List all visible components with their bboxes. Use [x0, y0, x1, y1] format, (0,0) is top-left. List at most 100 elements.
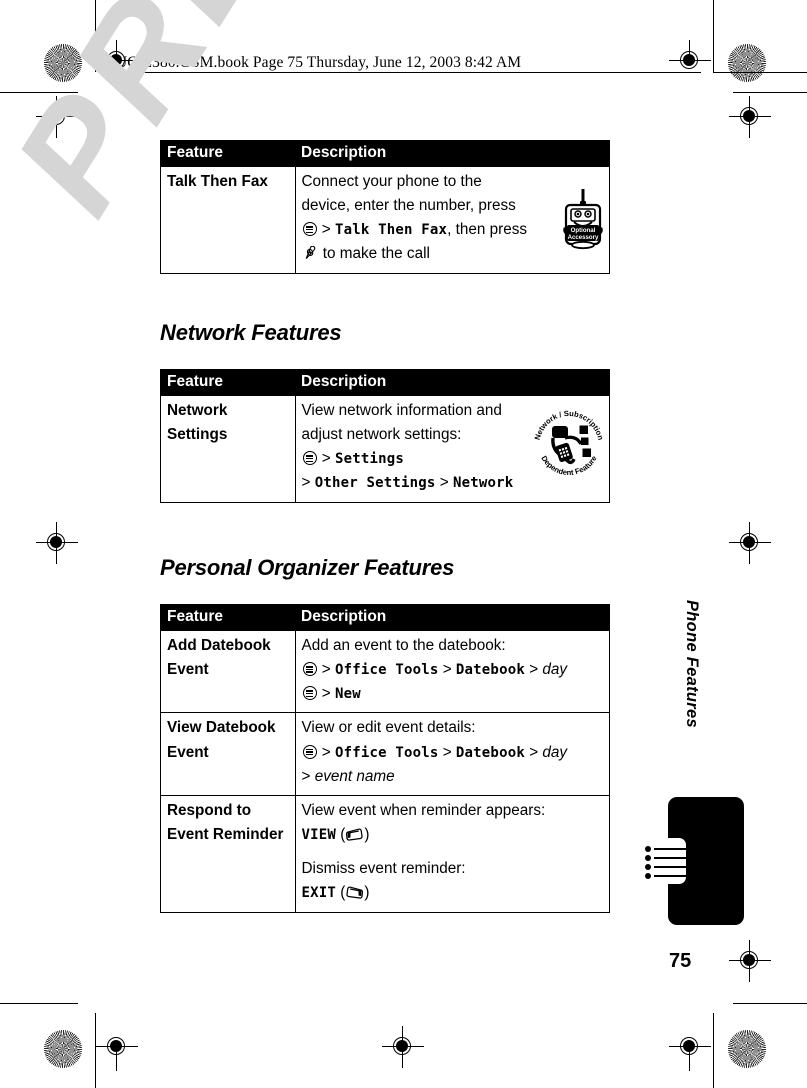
- description-text: >: [435, 474, 453, 492]
- description-line: EXIT (): [302, 881, 604, 905]
- variable-token: event name: [314, 767, 395, 785]
- description-body: View or edit event details: > Office Too…: [302, 716, 604, 788]
- optional-accessory-icon: Optional Accessory: [561, 189, 605, 251]
- column-header-description: Description: [295, 369, 610, 396]
- description-line: > Office Tools > Datebook > day: [302, 741, 604, 765]
- description-line: [302, 847, 604, 857]
- description-text: >: [438, 661, 456, 679]
- feature-name-cell: Network Settings: [160, 395, 296, 503]
- table-row: Respond to Event Reminder View event whe…: [160, 794, 610, 913]
- description-text: >: [317, 661, 335, 679]
- feature-name-cell: Add Datebook Event: [160, 629, 296, 713]
- table-row: View Datebook Event View or edit event d…: [160, 712, 610, 796]
- description-line: VIEW (): [302, 823, 604, 847]
- description-text: Connect your phone to the device, enter …: [301, 173, 516, 215]
- description-line: > New: [302, 682, 604, 706]
- menu-path-token: EXIT: [301, 885, 337, 902]
- send-key-icon: [303, 245, 318, 260]
- personal-organizer-heading: Personal Organizer Features: [160, 555, 455, 580]
- feature-description-cell: Connect your phone to the device, enter …: [295, 166, 610, 274]
- network-subscription-dependent-feature-icon: Network / Subscription Dependent Feature: [531, 404, 607, 478]
- description-line: Add an event to the datebook:: [302, 634, 604, 658]
- column-header-feature: Feature: [160, 140, 295, 167]
- menu-path-token: Office Tools: [334, 662, 439, 679]
- description-text: , then press: [447, 221, 528, 239]
- column-header-description: Description: [295, 604, 610, 631]
- description-line: Dismiss event reminder:: [302, 857, 604, 881]
- description-text: ): [364, 884, 370, 902]
- description-text: View event when reminder appears:: [301, 801, 546, 819]
- description-line: Connect your phone to the device, enter …: [302, 170, 534, 267]
- running-head-phone-features: Phone Features: [683, 600, 701, 728]
- network-features-table: Feature Description Network Settings Vie…: [160, 369, 610, 503]
- menu-path-token: Datebook: [455, 744, 525, 761]
- bulleted-list-icon: [645, 844, 691, 880]
- menu-key-icon: [302, 451, 317, 466]
- table-row: Add Datebook Event Add an event to the d…: [160, 629, 610, 713]
- description-text: >: [438, 743, 456, 761]
- description-text: to make the call: [318, 245, 430, 263]
- right-soft-key-icon: [346, 883, 364, 900]
- description-text: >: [301, 767, 315, 785]
- column-header-description: Description: [295, 140, 610, 167]
- description-text: >: [317, 685, 335, 703]
- page-content: Feature Description Talk Then Fax Connec…: [0, 0, 807, 1088]
- menu-path-token: Office Tools: [334, 744, 439, 761]
- menu-path-token: Other Settings: [314, 475, 436, 492]
- description-text: Add an event to the datebook:: [301, 637, 506, 654]
- menu-key-icon: [302, 222, 317, 237]
- description-line: > event name: [302, 765, 604, 789]
- network-features-heading: Network Features: [160, 320, 342, 345]
- description-text: (: [336, 826, 346, 844]
- feature-description-cell: Add an event to the datebook: > Office T…: [295, 629, 610, 713]
- page-number: 75: [669, 950, 692, 972]
- description-text: View or edit event details:: [301, 719, 476, 737]
- description-text: >: [301, 474, 315, 492]
- menu-path-token: New: [334, 686, 361, 703]
- menu-path-token: Settings: [334, 451, 404, 468]
- description-body: Add an event to the datebook: > Office T…: [302, 634, 604, 706]
- description-line: View or edit event details:: [302, 716, 604, 740]
- variable-token: day: [542, 661, 568, 679]
- description-text: ): [364, 826, 370, 844]
- table-row: Talk Then Fax Connect your phone to the …: [160, 166, 610, 274]
- description-line: > Office Tools > Datebook > day: [302, 658, 604, 682]
- description-line: View network information and adjust netw…: [302, 399, 538, 447]
- description-line: View event when reminder appears:: [302, 799, 604, 823]
- personal-organizer-table: Feature Description Add Datebook Event A…: [160, 604, 610, 913]
- description-text: Dismiss event reminder:: [301, 860, 466, 878]
- description-body: View network information and adjust netw…: [302, 399, 538, 496]
- feature-description-cell: View event when reminder appears: VIEW ()…: [295, 794, 610, 913]
- description-body: Connect your phone to the device, enter …: [302, 170, 534, 267]
- feature-description-cell: View or edit event details: > Office Too…: [295, 712, 610, 796]
- column-header-feature: Feature: [160, 604, 295, 631]
- svg-text:Accessory: Accessory: [568, 234, 599, 241]
- description-text: (: [336, 884, 346, 902]
- feature-name-cell: View Datebook Event: [160, 712, 296, 796]
- description-text: >: [317, 450, 335, 468]
- menu-key-icon: [302, 744, 317, 759]
- menu-key-icon: [302, 686, 317, 701]
- menu-path-token: Datebook: [455, 662, 525, 679]
- feature-name-cell: Talk Then Fax: [160, 166, 296, 274]
- variable-token: day: [542, 743, 568, 761]
- menu-key-icon: [302, 662, 317, 677]
- table-header-row: Feature Description: [160, 369, 610, 396]
- menu-path-token: Network: [452, 475, 514, 492]
- table-header-row: Feature Description: [160, 140, 610, 167]
- table-header-row: Feature Description: [160, 604, 610, 631]
- description-text: >: [317, 221, 335, 239]
- menu-path-token: Talk Then Fax: [334, 222, 448, 239]
- feature-name-cell: Respond to Event Reminder: [160, 794, 296, 913]
- table-row: Network Settings View network informatio…: [160, 395, 610, 503]
- menu-path-token: VIEW: [301, 827, 337, 844]
- feature-description-cell: View network information and adjust netw…: [295, 395, 610, 503]
- description-body: View event when reminder appears: VIEW ()…: [302, 799, 604, 906]
- description-line: > Settings: [302, 447, 538, 471]
- left-soft-key-icon: [346, 825, 364, 841]
- description-line: > Other Settings > Network: [302, 471, 538, 495]
- description-text: >: [317, 743, 335, 761]
- description-text: >: [524, 661, 543, 679]
- fax-features-table: Feature Description Talk Then Fax Connec…: [160, 140, 610, 274]
- column-header-feature: Feature: [160, 369, 295, 396]
